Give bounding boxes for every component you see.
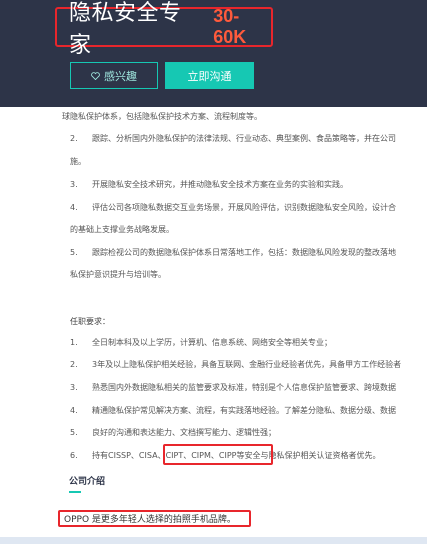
requirement-line: 2. 3年及以上隐私保护相关经验，具备互联网、金融行业经验者优先，具备甲方工作经验…	[70, 360, 402, 369]
responsibility-line: 施。	[70, 157, 86, 166]
bottom-divider	[0, 537, 427, 544]
interest-label: 感兴趣	[104, 69, 137, 83]
section-underline	[69, 491, 81, 493]
salary-range: 30-60K	[213, 6, 247, 47]
responsibility-line: 私保护意识提升与培训等。	[70, 270, 166, 279]
company-description: OPPO 是更多年轻人选择的拍照手机品牌。	[58, 510, 251, 527]
job-header: 隐私安全专家 30-60K 感兴趣 立即沟通	[0, 0, 427, 107]
certification-highlight	[163, 444, 273, 465]
responsibility-line: 4. 评估公司各项隐私数据交互业务场景，开展风险评估，识别数据隐私安全风险，设计合	[70, 203, 396, 212]
responsibility-line: 的基础上支撑业务战略发展。	[70, 225, 174, 234]
requirement-line: 4. 精通隐私保护常见解决方案、流程，有实践落地经验。了解差分隐私、数据分级、数据	[70, 406, 396, 415]
requirement-line: 3. 熟悉国内外数据隐私相关的监管要求及标准，特别是个人信息保护监管要求、跨境数据	[70, 383, 396, 392]
requirement-line: 5. 良好的沟通和表达能力、文档撰写能力、逻辑性强；	[70, 428, 276, 437]
company-section-title: 公司介绍	[69, 477, 106, 487]
responsibility-line: 3. 开展隐私安全技术研究，并推动隐私安全技术方案在业务的实验和实践。	[70, 180, 348, 189]
responsibility-line: 2. 跟踪、分析国内外隐私保护的法律法规、行业动态、典型案例、食品策略等，并在公司	[70, 134, 396, 143]
requirement-line: 1. 全日制本科及以上学历，计算机、信息系统、网络安全等相关专业；	[70, 338, 332, 347]
responsibility-line: 球隐私保护体系，包括隐私保护技术方案、流程制度等。	[62, 112, 262, 121]
job-title: 隐私安全专家	[69, 1, 182, 58]
interest-button[interactable]: 感兴趣	[70, 62, 158, 89]
chat-now-button[interactable]: 立即沟通	[165, 62, 254, 89]
job-title-highlight: 隐私安全专家 30-60K	[55, 1, 273, 58]
heart-icon	[91, 71, 100, 80]
chat-label: 立即沟通	[187, 69, 232, 83]
responsibility-line: 5. 跟踪检视公司的数据隐私保护体系日常落地工作，包括：数据隐私风险发现的整改落地	[70, 248, 396, 257]
requirements-title: 任职要求：	[70, 317, 110, 326]
